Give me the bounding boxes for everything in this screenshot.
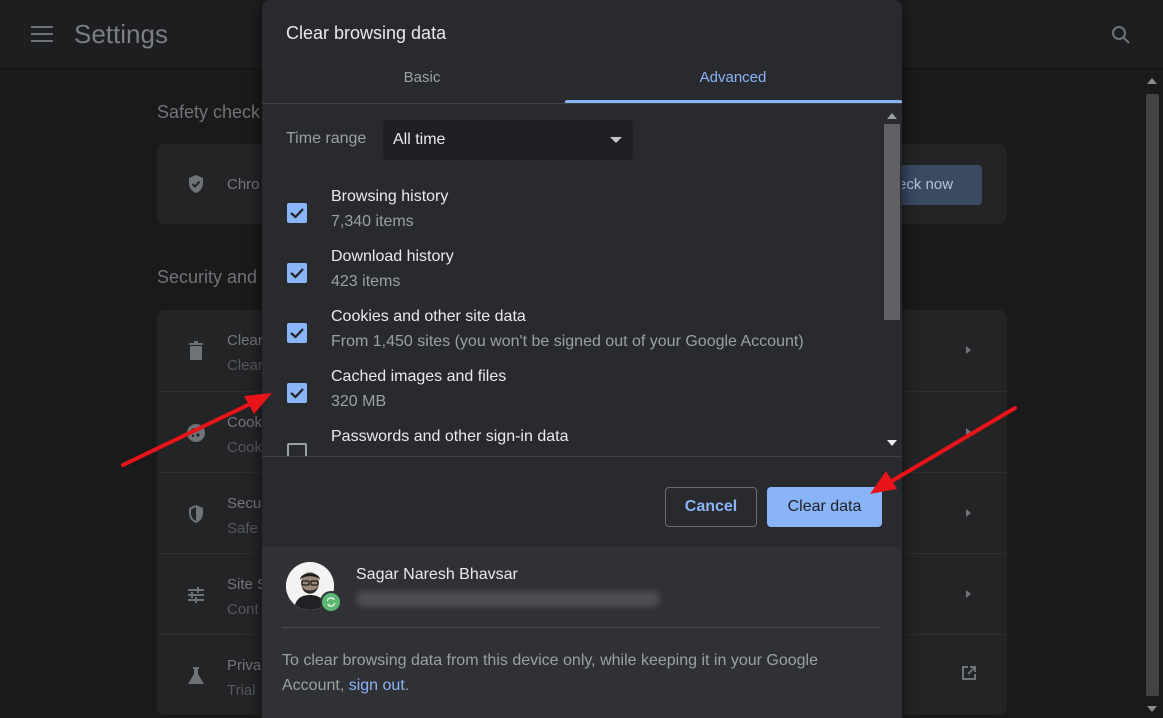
clear-browsing-data-dialog: Clear browsing data Basic Advanced Time …	[262, 0, 902, 718]
dialog-title: Clear browsing data	[286, 23, 447, 43]
page-title: Settings	[74, 19, 168, 49]
account-name: Sagar Naresh Bhavsar	[356, 566, 518, 583]
security-section-title: Security and	[157, 267, 258, 287]
row-title: Cook	[227, 414, 263, 431]
safety-check-title: Safety check	[157, 102, 261, 122]
trash-icon	[189, 341, 203, 360]
checkbox-checked-icon[interactable]	[287, 383, 307, 403]
shield-check-icon	[189, 175, 203, 193]
item-title: Browsing history	[331, 188, 449, 205]
checkbox-item-browsing-history[interactable]: Browsing history 7,340 items	[262, 188, 882, 248]
checkbox-checked-icon[interactable]	[287, 323, 307, 343]
dialog-scrollbar-thumb[interactable]	[884, 124, 900, 320]
checkbox-unchecked-icon[interactable]	[287, 443, 307, 456]
sync-icon	[320, 591, 342, 613]
footer-note-end: .	[404, 677, 410, 694]
row-title: Clear	[227, 332, 263, 349]
scroll-down-icon[interactable]	[887, 440, 897, 446]
item-subtitle: 320 MB	[331, 393, 387, 410]
checkbox-checked-icon[interactable]	[287, 203, 307, 223]
cancel-button[interactable]: Cancel	[665, 487, 757, 527]
scroll-up-icon[interactable]	[1147, 78, 1157, 84]
chevron-right-icon	[966, 346, 971, 354]
dialog-content: Time range All time Browsing history 7,3…	[262, 104, 882, 456]
checkbox-item-cached-images[interactable]: Cached images and files 320 MB	[262, 368, 882, 428]
hamburger-menu-icon[interactable]	[31, 26, 53, 42]
item-subtitle: From 1,450 sites (you won't be signed ou…	[331, 333, 804, 350]
item-title: Download history	[331, 248, 454, 265]
time-range-select[interactable]: All time	[383, 120, 633, 160]
page-scrollbar-thumb[interactable]	[1146, 94, 1159, 696]
search-icon[interactable]	[1110, 24, 1132, 46]
chevron-right-icon	[966, 428, 971, 436]
row-subtitle: Clear	[227, 357, 263, 374]
external-link-icon	[962, 666, 976, 680]
row-subtitle: Safe	[227, 520, 258, 537]
dropdown-caret-icon	[610, 137, 622, 143]
tab-advanced[interactable]: Advanced	[565, 66, 901, 104]
item-title: Cookies and other site data	[331, 308, 526, 325]
checkbox-item-cookies[interactable]: Cookies and other site data From 1,450 s…	[262, 308, 882, 368]
scroll-down-icon[interactable]	[1147, 706, 1157, 712]
account-email-redacted	[356, 591, 660, 607]
time-range-label: Time range	[286, 130, 367, 147]
row-subtitle: Trial	[227, 682, 256, 699]
item-title: Cached images and files	[331, 368, 507, 385]
shield-icon	[189, 505, 203, 523]
cookie-icon	[187, 424, 205, 442]
safety-check-text: Chro	[227, 176, 260, 193]
chevron-right-icon	[966, 590, 971, 598]
footer-divider	[282, 627, 881, 628]
footer-note: To clear browsing data from this device …	[282, 648, 862, 698]
row-title: Priva	[227, 657, 262, 674]
sign-out-link[interactable]: sign out	[349, 677, 405, 694]
checkbox-checked-icon[interactable]	[287, 263, 307, 283]
sliders-icon	[188, 587, 204, 603]
item-subtitle: 7,340 items	[331, 213, 414, 230]
time-range-value: All time	[393, 131, 446, 148]
row-subtitle: Cont	[227, 601, 259, 618]
account-footer: Sagar Naresh Bhavsar To clear browsing d…	[262, 547, 902, 718]
clear-data-button[interactable]: Clear data	[767, 487, 882, 527]
checkbox-item-passwords[interactable]: Passwords and other sign-in data	[262, 428, 882, 456]
checkbox-item-download-history[interactable]: Download history 423 items	[262, 248, 882, 308]
scroll-up-icon[interactable]	[887, 113, 897, 119]
content-divider	[262, 456, 902, 457]
flask-icon	[188, 667, 204, 684]
row-subtitle: Cook	[227, 439, 263, 456]
item-subtitle: 423 items	[331, 273, 401, 290]
check-now-button[interactable]: eck now	[890, 165, 982, 205]
item-title: Passwords and other sign-in data	[331, 428, 569, 445]
chevron-right-icon	[966, 509, 971, 517]
tab-basic[interactable]: Basic	[262, 66, 582, 104]
row-title: Secu	[227, 495, 262, 512]
